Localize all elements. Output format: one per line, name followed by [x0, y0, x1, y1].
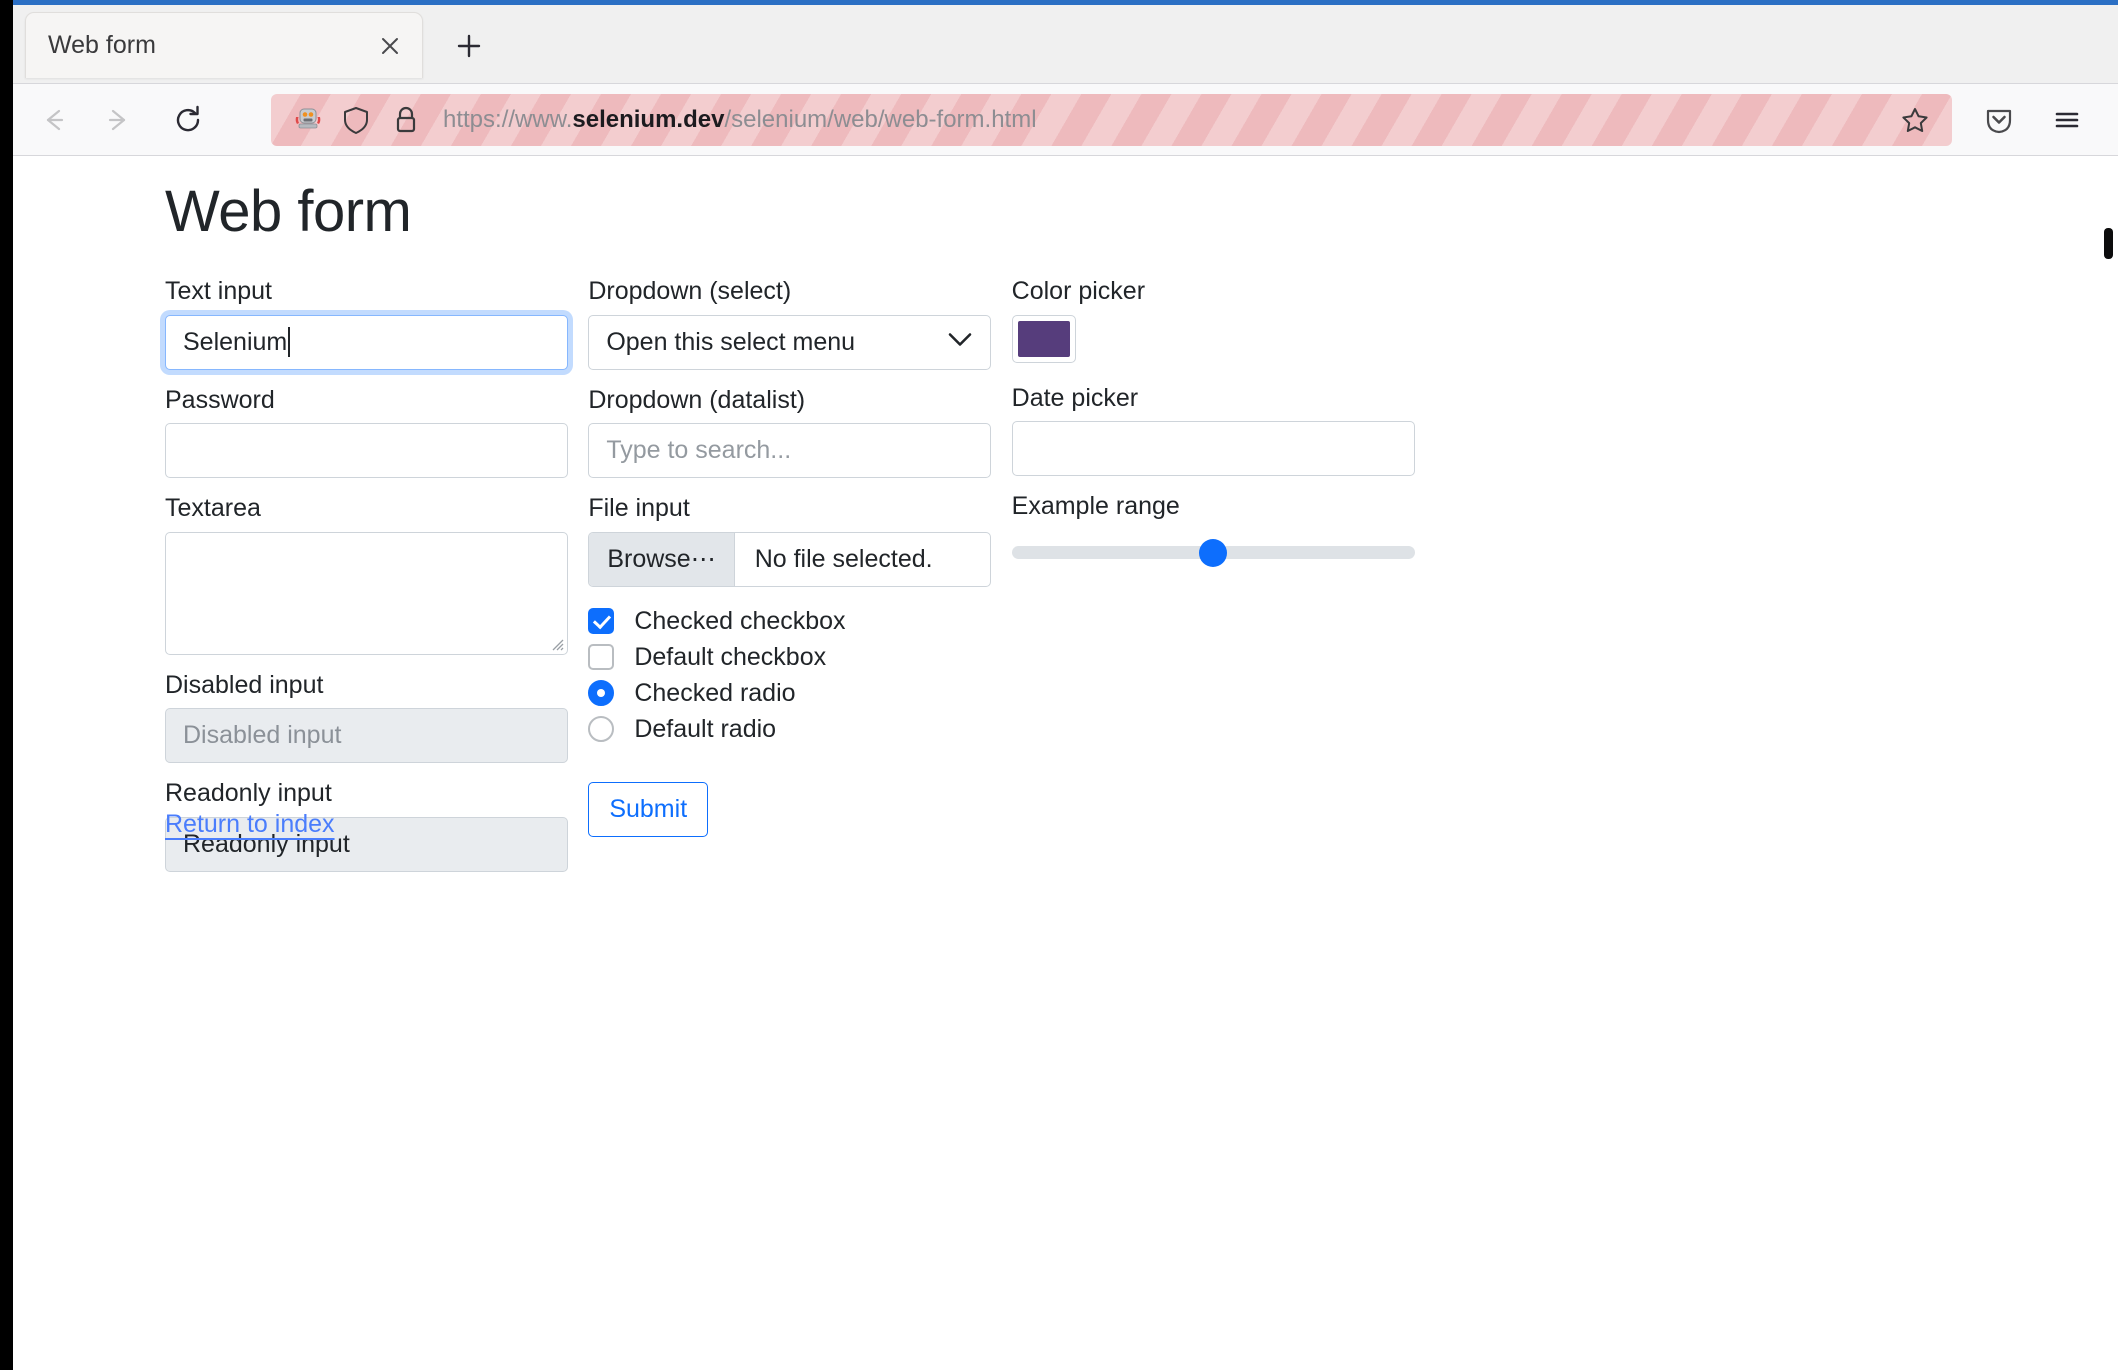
dropdown-datalist-placeholder: Type to search... [606, 436, 792, 464]
label-text-input: Text input [165, 277, 273, 305]
label-disabled-input: Disabled input [165, 670, 324, 699]
lock-icon[interactable] [389, 103, 423, 137]
textarea-input[interactable] [165, 531, 568, 655]
label-date-picker: Date picker [1011, 383, 1139, 412]
field-date-picker: Date picker [1011, 383, 1435, 476]
navigation-toolbar: https://www.selenium.dev/selenium/web/we… [13, 84, 2118, 156]
checkbox-default-icon[interactable] [588, 644, 615, 670]
radio-default-label: Default radio [634, 714, 777, 743]
field-text-input: Text input Selenium [165, 277, 588, 370]
color-swatch [1017, 320, 1070, 357]
password-input[interactable] [165, 423, 568, 478]
checkbox-default-label: Default checkbox [634, 642, 827, 671]
color-picker[interactable] [1011, 314, 1076, 363]
checkbox-default-row[interactable]: Default checkbox [588, 640, 1011, 675]
form-column-3: Color picker Date picker Example range [1011, 277, 1435, 889]
radio-default-icon[interactable] [588, 716, 615, 742]
label-password: Password [165, 385, 275, 414]
field-dropdown-datalist: Dropdown (datalist) Type to search... [588, 385, 1011, 478]
text-input-value: Selenium [183, 327, 288, 356]
label-example-range: Example range [1011, 492, 1180, 520]
robot-automation-icon [293, 103, 323, 137]
date-picker-input[interactable] [1011, 421, 1415, 476]
page-scrollbar[interactable] [2100, 156, 2118, 1370]
new-tab-button[interactable] [445, 23, 493, 69]
tab-title: Web form [48, 31, 156, 59]
text-input[interactable]: Selenium [165, 314, 568, 370]
return-to-index-link[interactable]: Return to index [165, 810, 335, 839]
label-file-input: File input [588, 494, 690, 522]
shield-icon[interactable] [339, 103, 373, 137]
page-content: Web form Text input Selenium Password Te… [13, 156, 2118, 1370]
url-scheme: https://www. [443, 105, 573, 133]
dropdown-datalist-input[interactable]: Type to search... [588, 423, 992, 478]
back-button[interactable] [27, 93, 81, 147]
dropdown-select-value: Open this select menu [606, 327, 856, 356]
radio-checked-icon[interactable] [588, 680, 615, 706]
radio-checked-row[interactable]: Checked radio [588, 676, 1011, 711]
url-text: https://www.selenium.dev/selenium/web/we… [443, 106, 1892, 134]
submit-button[interactable]: Submit [588, 781, 709, 837]
label-textarea: Textarea [165, 494, 261, 522]
url-path: /selenium/web/web-form.html [724, 105, 1037, 133]
form-column-2: Dropdown (select) Open this select menu [588, 277, 1011, 889]
url-host: selenium.dev [572, 105, 725, 133]
form-column-1: Text input Selenium Password Textarea Di… [165, 277, 588, 889]
range-slider[interactable] [1011, 533, 1415, 573]
url-bar[interactable]: https://www.selenium.dev/selenium/web/we… [271, 93, 1952, 146]
close-icon[interactable] [366, 22, 414, 70]
dropdown-select[interactable]: Open this select menu [588, 314, 992, 370]
browser-tab[interactable]: Web form [25, 12, 423, 78]
field-file-input: File input Browse⋯ No file selected. [588, 494, 1011, 587]
field-example-range: Example range [1011, 492, 1435, 573]
forward-button[interactable] [91, 93, 145, 147]
page-title: Web form [165, 179, 412, 244]
pocket-save-icon[interactable] [1974, 95, 2024, 145]
checkbox-radio-group: Checked checkbox Default checkbox Checke… [588, 604, 1011, 747]
radio-default-row[interactable]: Default radio [588, 712, 1011, 747]
field-password: Password [165, 385, 588, 478]
hamburger-menu-icon[interactable] [2042, 95, 2092, 145]
disabled-input-value: Disabled input [183, 721, 342, 749]
label-readonly-input: Readonly input [165, 779, 332, 807]
label-color-picker: Color picker [1011, 277, 1146, 305]
disabled-input: Disabled input [165, 708, 568, 763]
browse-button[interactable]: Browse⋯ [589, 532, 735, 586]
range-thumb[interactable] [1199, 538, 1228, 567]
radio-checked-label: Checked radio [634, 678, 796, 707]
field-textarea: Textarea [165, 494, 588, 655]
browser-chrome: Web form https://www.selenium.dev/seleni… [13, 5, 2118, 1370]
file-input[interactable]: Browse⋯ No file selected. [588, 531, 992, 587]
tab-strip: Web form [13, 5, 2118, 84]
field-dropdown-select: Dropdown (select) Open this select menu [588, 277, 1011, 370]
star-bookmark-icon[interactable] [1892, 97, 1938, 143]
checkbox-checked-icon[interactable] [588, 608, 615, 634]
checkbox-checked-row[interactable]: Checked checkbox [588, 604, 1011, 639]
dropdown-select-wrapper: Open this select menu [588, 314, 992, 370]
field-disabled-input: Disabled input Disabled input [165, 670, 588, 763]
label-dropdown-datalist: Dropdown (datalist) [588, 385, 806, 414]
text-cursor [288, 327, 291, 357]
reload-icon[interactable] [161, 93, 215, 147]
web-form: Text input Selenium Password Textarea Di… [165, 277, 1435, 889]
page-scrollbar-thumb[interactable] [2104, 228, 2113, 259]
file-input-status: No file selected. [754, 544, 933, 573]
label-dropdown-select: Dropdown (select) [588, 277, 792, 305]
resize-grip-icon[interactable] [548, 635, 564, 651]
checkbox-checked-label: Checked checkbox [634, 606, 846, 635]
field-color-picker: Color picker [1011, 277, 1435, 363]
browser-window: Web form https://www.selenium.dev/seleni… [0, 0, 2118, 1370]
